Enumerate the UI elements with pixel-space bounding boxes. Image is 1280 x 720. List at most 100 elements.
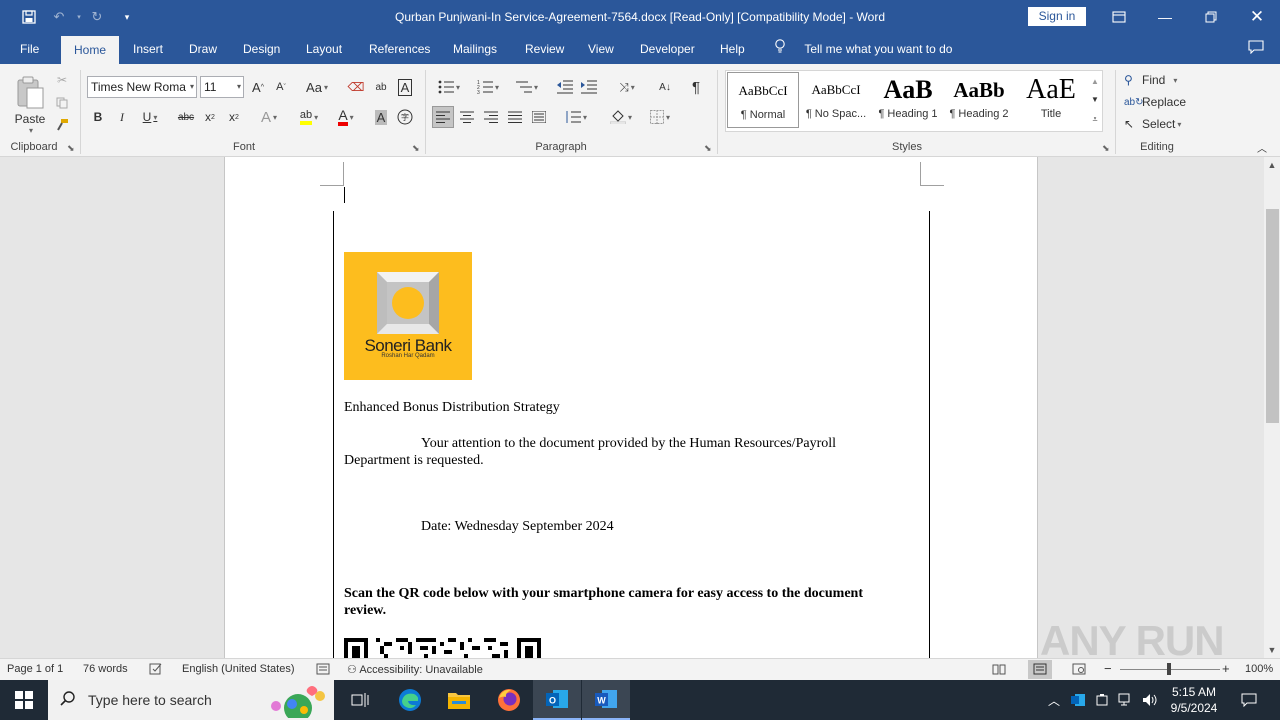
sign-in-button[interactable]: Sign in: [1028, 7, 1086, 26]
zoom-slider-thumb[interactable]: [1167, 663, 1171, 675]
tab-help[interactable]: Help: [708, 34, 757, 64]
distributed-icon[interactable]: [529, 106, 549, 128]
borders-icon[interactable]: ▾: [644, 106, 676, 128]
print-layout-icon[interactable]: [1028, 660, 1052, 679]
minimize-icon[interactable]: —: [1142, 0, 1188, 34]
paste-button[interactable]: Paste ▾: [12, 70, 48, 140]
style-heading-1[interactable]: AaB ¶ Heading 1: [872, 72, 944, 128]
tab-home[interactable]: Home: [61, 36, 119, 64]
styles-more-icon[interactable]: ⩡: [1088, 110, 1102, 128]
edge-icon[interactable]: [386, 680, 434, 720]
shading-icon[interactable]: ▾: [605, 106, 637, 128]
replace-button[interactable]: ab↻ Replace: [1124, 92, 1194, 112]
word-icon[interactable]: W: [582, 680, 630, 720]
style-normal[interactable]: AaBbCcI ¶ Normal: [727, 72, 799, 128]
collapse-ribbon-icon[interactable]: ︿: [1254, 140, 1270, 155]
styles-launcher-icon[interactable]: ⬊: [1102, 143, 1110, 154]
format-painter-icon[interactable]: [52, 115, 72, 135]
read-mode-icon[interactable]: [992, 663, 1006, 678]
restore-icon[interactable]: [1188, 0, 1234, 34]
superscript-icon[interactable]: x2: [224, 106, 244, 128]
find-button[interactable]: ⚲ Find ▾: [1124, 70, 1194, 90]
enclose-characters-icon[interactable]: 字: [395, 106, 415, 128]
cut-icon[interactable]: ✂: [52, 70, 72, 90]
show-paragraph-marks-icon[interactable]: ¶: [686, 76, 706, 98]
tab-review[interactable]: Review: [513, 34, 576, 64]
notifications-icon[interactable]: [1234, 680, 1264, 720]
scroll-down-icon[interactable]: ▼: [1264, 642, 1280, 658]
show-hidden-icons-icon[interactable]: ︿: [1042, 680, 1066, 720]
document-page[interactable]: Soneri Bank Roshan Har Qadam Enhanced Bo…: [224, 157, 1038, 658]
font-color-icon[interactable]: A ▾: [331, 106, 361, 128]
clear-formatting-icon[interactable]: ⌫: [346, 76, 366, 98]
multilevel-list-icon[interactable]: ▾: [511, 76, 543, 98]
ribbon-display-options-icon[interactable]: [1096, 0, 1142, 34]
select-button[interactable]: ↖ Select ▾: [1124, 114, 1194, 134]
taskbar-search-box[interactable]: Type here to search: [48, 680, 334, 720]
underline-icon[interactable]: U ▾: [136, 106, 164, 128]
battery-icon[interactable]: [1090, 680, 1114, 720]
network-icon[interactable]: [1114, 680, 1138, 720]
task-view-icon[interactable]: [336, 680, 384, 720]
word-count[interactable]: 76 words: [83, 663, 128, 675]
vertical-scrollbar[interactable]: ▲ ▼: [1264, 157, 1280, 658]
line-spacing-icon[interactable]: ▾: [560, 106, 592, 128]
scroll-up-icon[interactable]: ▲: [1264, 157, 1280, 173]
style-no-spacing[interactable]: AaBbCcI ¶ No Spac...: [800, 72, 872, 128]
style-title[interactable]: AaE Title: [1015, 72, 1087, 128]
sort-icon[interactable]: A↓: [655, 76, 675, 98]
accessibility-status[interactable]: ⚇ Accessibility: Unavailable: [347, 663, 483, 676]
styles-scroll-up-icon[interactable]: ▲: [1088, 72, 1102, 90]
tab-file[interactable]: File: [8, 34, 51, 64]
phonetic-guide-icon[interactable]: ab: [371, 76, 391, 98]
styles-scroll-down-icon[interactable]: ▼: [1088, 90, 1102, 108]
taskbar-clock[interactable]: 5:15 AM 9/5/2024: [1164, 684, 1224, 716]
font-size-combo[interactable]: 11 ▾: [200, 76, 244, 98]
document-area[interactable]: Soneri Bank Roshan Har Qadam Enhanced Bo…: [0, 157, 1264, 658]
tab-design[interactable]: Design: [231, 34, 292, 64]
firefox-icon[interactable]: [485, 680, 533, 720]
increase-indent-icon[interactable]: [579, 76, 599, 98]
windows-start-icon[interactable]: [0, 680, 48, 720]
shrink-font-icon[interactable]: Aˇ: [272, 76, 290, 98]
comments-icon[interactable]: [1248, 40, 1264, 57]
bullets-icon[interactable]: ▾: [433, 76, 465, 98]
tab-draw[interactable]: Draw: [177, 34, 229, 64]
file-explorer-icon[interactable]: [435, 680, 483, 720]
align-left-icon[interactable]: [432, 106, 454, 128]
tab-mailings[interactable]: Mailings: [441, 34, 509, 64]
font-launcher-icon[interactable]: ⬊: [412, 143, 420, 154]
language-status[interactable]: English (United States): [182, 663, 295, 675]
text-effects-icon[interactable]: A ▾: [254, 106, 284, 128]
tab-developer[interactable]: Developer: [628, 34, 707, 64]
tab-insert[interactable]: Insert: [121, 34, 175, 64]
subscript-icon[interactable]: x2: [200, 106, 220, 128]
zoom-in-icon[interactable]: +: [1222, 661, 1230, 676]
tab-references[interactable]: References: [357, 34, 442, 64]
proofing-icon[interactable]: [149, 663, 163, 678]
scrollbar-thumb[interactable]: [1266, 209, 1279, 423]
volume-icon[interactable]: [1138, 680, 1162, 720]
copy-icon[interactable]: [52, 93, 72, 113]
redo-icon[interactable]: ↻: [86, 6, 108, 28]
strikethrough-icon[interactable]: abc: [176, 106, 196, 128]
asian-layout-icon[interactable]: ⤨ ▾: [612, 76, 642, 98]
font-name-combo[interactable]: Times New Roma ▾: [87, 76, 197, 98]
italic-icon[interactable]: I: [112, 106, 132, 128]
numbering-icon[interactable]: 1 2 3 ▾: [472, 76, 504, 98]
save-icon[interactable]: [18, 6, 40, 28]
align-center-icon[interactable]: [457, 106, 477, 128]
decrease-indent-icon[interactable]: [555, 76, 575, 98]
zoom-level[interactable]: 100%: [1245, 663, 1273, 675]
grow-font-icon[interactable]: A ^: [249, 76, 267, 98]
outlook-icon[interactable]: O: [533, 680, 581, 720]
justify-icon[interactable]: [505, 106, 525, 128]
customize-toolbar-icon[interactable]: ▾: [116, 6, 138, 28]
close-icon[interactable]: ✕: [1234, 0, 1280, 34]
align-right-icon[interactable]: [481, 106, 501, 128]
highlight-color-icon[interactable]: ab ▾: [292, 106, 326, 128]
change-case-button[interactable]: Aa ▾: [300, 76, 334, 98]
clipboard-launcher-icon[interactable]: ⬊: [67, 143, 75, 154]
tab-layout[interactable]: Layout: [294, 34, 354, 64]
character-shading-icon[interactable]: A: [371, 106, 391, 128]
